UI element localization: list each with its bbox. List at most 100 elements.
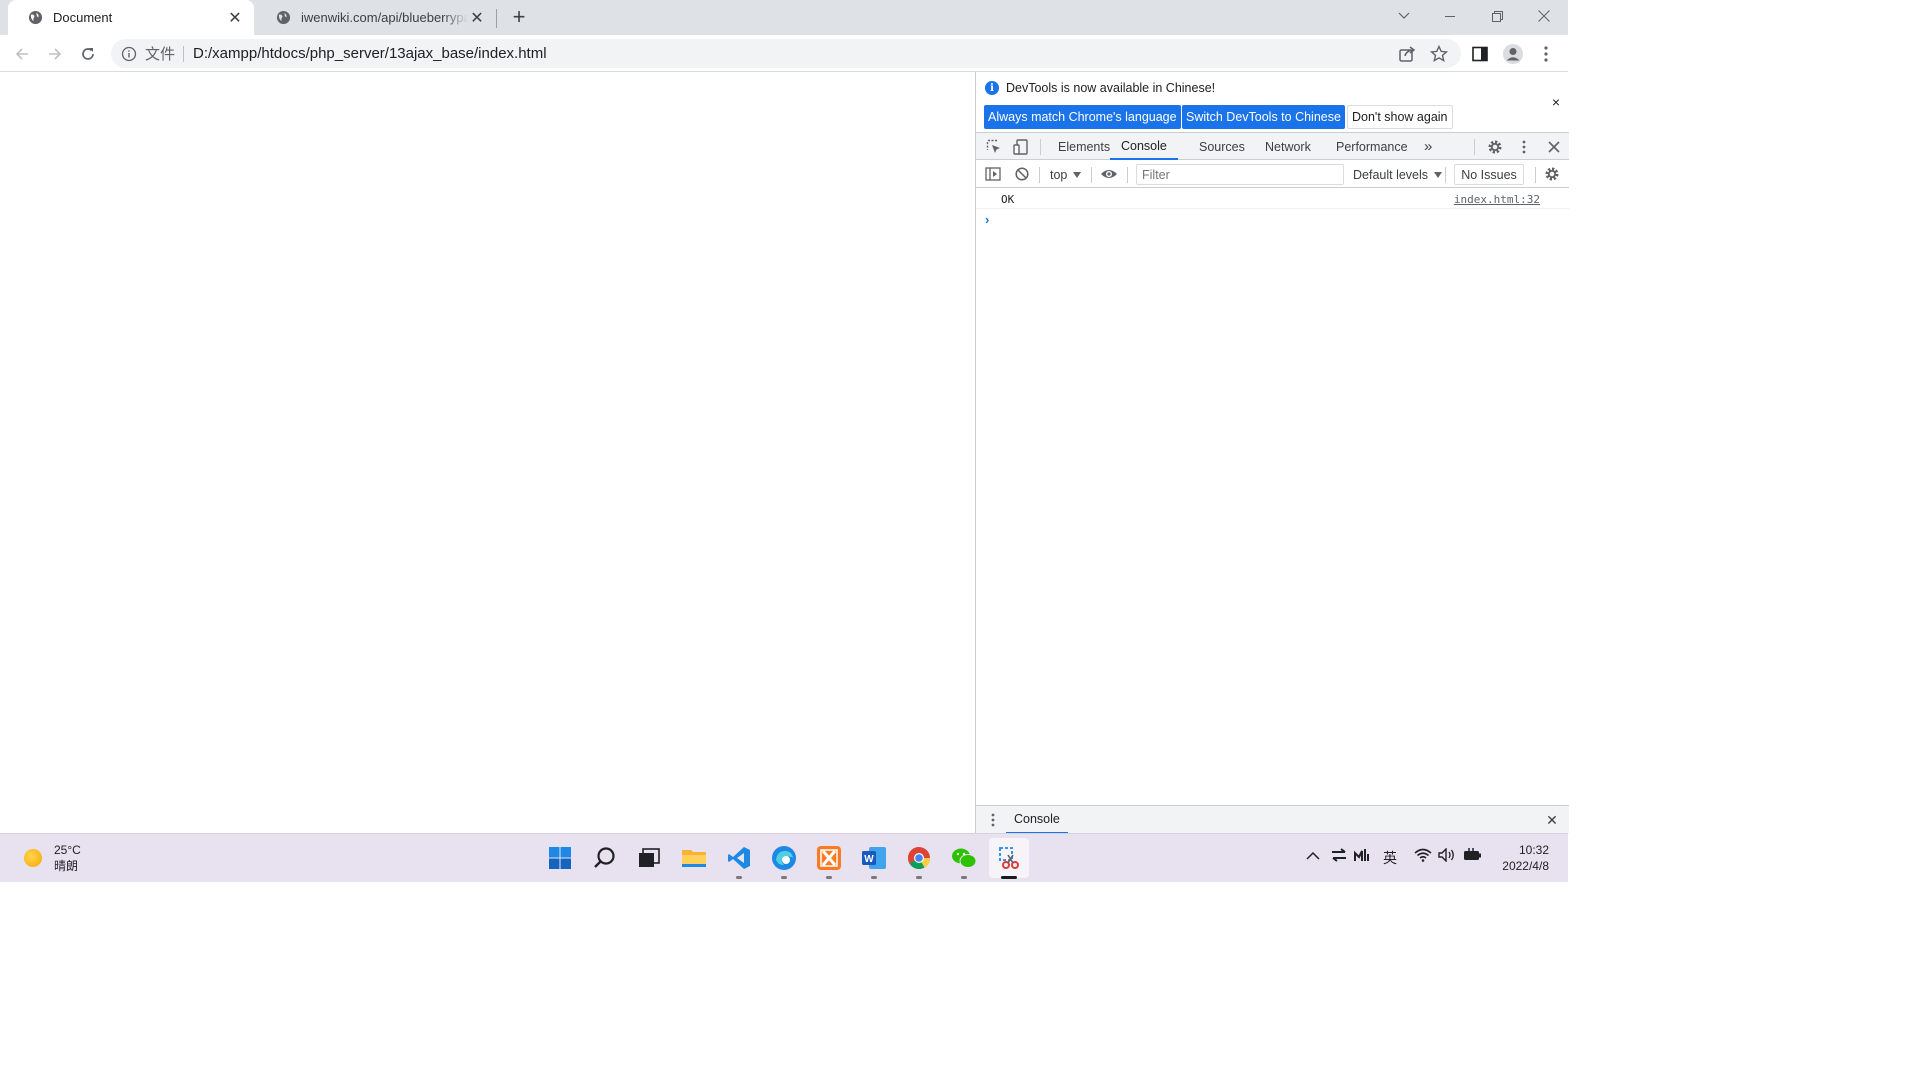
- task-view-icon: [639, 848, 660, 867]
- close-window-button[interactable]: [1521, 0, 1567, 32]
- start-icon: [549, 847, 571, 869]
- volume-icon[interactable]: [1438, 847, 1456, 865]
- more-vert-icon: [1544, 46, 1548, 62]
- taskbar-chrome[interactable]: [903, 842, 935, 879]
- battery-plug-icon: [1464, 848, 1481, 860]
- omnibox[interactable]: 文件 D:/xampp/htdocs/php_server/13ajax_bas…: [111, 39, 1461, 68]
- url-text[interactable]: D:/xampp/htdocs/php_server/13ajax_base/i…: [193, 45, 547, 62]
- weather-widget[interactable]: 25°C 晴朗: [24, 842, 81, 874]
- vscode-icon: [728, 847, 750, 869]
- globe-icon: [276, 10, 291, 25]
- tab-sources[interactable]: Sources: [1199, 133, 1245, 160]
- more-tabs-button[interactable]: »: [1424, 133, 1432, 160]
- context-selector[interactable]: top: [1050, 161, 1082, 188]
- devtools-settings-button[interactable]: [1485, 137, 1505, 157]
- minimize-icon: [1444, 15, 1455, 17]
- devtools-drawer: Console ✕: [976, 805, 1569, 834]
- info-icon[interactable]: [121, 46, 137, 62]
- close-tab-icon[interactable]: ✕: [226, 9, 244, 27]
- close-drawer-button[interactable]: ✕: [1542, 810, 1562, 830]
- snipping-tool-icon: [999, 847, 1019, 869]
- tab-document[interactable]: Document ✕: [8, 0, 254, 35]
- console-filter-input[interactable]: [1136, 164, 1344, 185]
- close-infobar-icon[interactable]: ×: [1552, 94, 1560, 110]
- tray-app-2[interactable]: [1354, 848, 1370, 865]
- issues-button[interactable]: No Issues: [1454, 164, 1524, 185]
- tab-search-button[interactable]: [1381, 0, 1427, 32]
- chevron-up-icon: [1306, 851, 1320, 860]
- devtools-menu-button[interactable]: [1514, 137, 1534, 157]
- taskbar-vscode[interactable]: [723, 842, 755, 879]
- close-tab-icon[interactable]: ✕: [468, 9, 486, 27]
- close-devtools-button[interactable]: [1544, 137, 1564, 157]
- network-icon[interactable]: [1414, 848, 1432, 865]
- tab-iwenwiki[interactable]: iwenwiki.com/api/blueberrypai ✕: [256, 0, 496, 35]
- console-message-text: OK: [1001, 193, 1015, 206]
- svg-text:W: W: [864, 854, 874, 865]
- divider: [1127, 167, 1128, 183]
- clear-console-button[interactable]: [1012, 164, 1032, 184]
- console-source-link[interactable]: index.html:32: [1454, 193, 1540, 206]
- tab-strip: Document ✕ iwenwiki.com/api/blueberrypai…: [0, 0, 1568, 35]
- taskbar-edge[interactable]: [768, 842, 800, 879]
- new-tab-button[interactable]: +: [508, 4, 530, 29]
- drawer-menu-button[interactable]: [983, 810, 1003, 830]
- infobar-message: i DevTools is now available in Chinese!: [985, 81, 1215, 95]
- running-indicator: [916, 876, 922, 879]
- live-expression-button[interactable]: [1099, 164, 1119, 184]
- menu-button[interactable]: [1532, 40, 1560, 68]
- system-clock[interactable]: 10:32 2022/4/8: [1498, 842, 1549, 874]
- side-panel-button[interactable]: [1466, 40, 1494, 68]
- task-view[interactable]: [633, 842, 665, 874]
- taskbar-file-explorer[interactable]: [678, 842, 710, 874]
- weather-condition: 晴朗: [54, 859, 79, 873]
- back-button[interactable]: [8, 40, 36, 68]
- chevron-down-icon: [1398, 12, 1410, 19]
- tab-performance[interactable]: Performance: [1336, 133, 1408, 160]
- star-icon: [1430, 45, 1448, 63]
- taskbar-wechat[interactable]: [948, 842, 980, 879]
- dropdown-arrow-icon: [1434, 171, 1443, 178]
- show-hidden-icons-button[interactable]: [1306, 848, 1320, 864]
- word-icon: W: [862, 847, 886, 869]
- show-sidebar-button[interactable]: [983, 164, 1003, 184]
- tray-app-1[interactable]: [1331, 848, 1347, 865]
- clock-time: 10:32: [1518, 843, 1549, 857]
- speaker-icon: [1438, 847, 1454, 863]
- console-prompt[interactable]: ›: [985, 212, 989, 227]
- taskbar-word[interactable]: W: [858, 842, 890, 879]
- divider: [1091, 167, 1092, 183]
- taskbar-xampp[interactable]: [813, 842, 845, 879]
- bookmark-button[interactable]: [1425, 40, 1453, 68]
- more-vert-icon: [991, 813, 995, 827]
- log-levels-dropdown[interactable]: Default levels: [1353, 161, 1443, 188]
- dont-show-again-button[interactable]: Don't show again: [1347, 105, 1453, 129]
- block-icon: [1015, 167, 1029, 181]
- scheme-label: 文件: [145, 46, 176, 63]
- devtools-tab-bar: Elements Console Sources Network Perform…: [976, 133, 1569, 160]
- profile-button[interactable]: [1499, 40, 1527, 68]
- console-settings-button[interactable]: [1542, 164, 1562, 184]
- tab-elements[interactable]: Elements: [1058, 133, 1110, 160]
- taskbar-search[interactable]: [589, 842, 621, 874]
- match-language-button[interactable]: Always match Chrome's language: [984, 105, 1181, 129]
- inspect-element-button[interactable]: [984, 137, 1004, 157]
- device-toolbar-button[interactable]: [1011, 137, 1031, 157]
- avatar-icon: [1503, 44, 1523, 64]
- restore-button[interactable]: [1474, 0, 1520, 32]
- switch-to-chinese-button[interactable]: Switch DevTools to Chinese: [1182, 105, 1345, 129]
- taskbar-snipping-tool[interactable]: [989, 838, 1029, 879]
- forward-button[interactable]: [41, 40, 69, 68]
- restore-icon: [1491, 10, 1503, 22]
- minimize-button[interactable]: [1427, 0, 1473, 32]
- tab-console[interactable]: Console: [1110, 133, 1178, 160]
- ime-indicator[interactable]: 英: [1383, 848, 1397, 868]
- divider: [1535, 167, 1536, 183]
- share-button[interactable]: [1393, 40, 1421, 68]
- reload-button[interactable]: [74, 40, 102, 68]
- drawer-tab-console[interactable]: Console: [1006, 806, 1068, 834]
- start-button[interactable]: [544, 842, 576, 874]
- tab-network[interactable]: Network: [1265, 133, 1311, 160]
- reload-icon: [82, 48, 94, 60]
- battery-icon[interactable]: [1463, 848, 1483, 865]
